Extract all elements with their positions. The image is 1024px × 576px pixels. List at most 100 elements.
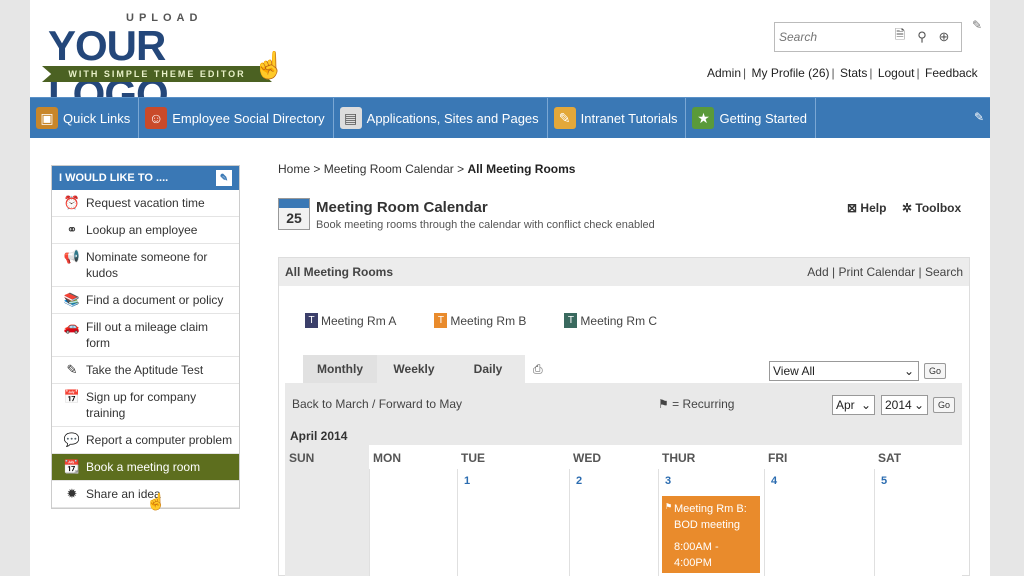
calendar-cell[interactable]: 1	[457, 469, 569, 576]
panel-actions: Add | Print Calendar | Search	[807, 265, 963, 279]
date-go-button[interactable]: Go	[933, 397, 955, 413]
my-profile-link[interactable]: My Profile (26)	[751, 66, 829, 80]
room-swatch: T	[564, 313, 578, 328]
sidebar-item-book-meeting-room[interactable]: 📆 Book a meeting room	[52, 454, 239, 481]
breadcrumb-parent[interactable]: Meeting Room Calendar	[324, 162, 454, 176]
edit-pencil-icon[interactable]: ✎	[972, 18, 982, 32]
nav-applications[interactable]: ▤ Applications, Sites and Pages	[334, 98, 548, 138]
nav-intranet-tutorials[interactable]: ✎ Intranet Tutorials	[548, 98, 687, 138]
books-icon: 📚	[63, 292, 81, 307]
page: UPLOAD YOUR LOGO WITH SIMPLE THEME EDITO…	[30, 0, 990, 576]
add-link[interactable]: Add	[807, 265, 828, 279]
month-select[interactable]: Apr ⌄	[832, 395, 875, 415]
recurring-label: = Recurring	[672, 397, 735, 411]
document-search-icon[interactable]: 🗎	[889, 26, 911, 48]
day-header: SAT	[874, 445, 962, 469]
sidebar-item-mileage-claim[interactable]: 🚗 Fill out a mileage claim form	[52, 314, 239, 357]
recurring-legend: ⚑ = Recurring	[658, 397, 734, 411]
main-nav: ▣ Quick Links ☺ Employee Social Director…	[30, 97, 990, 138]
back-forward-link[interactable]: Back to March / Forward to May	[292, 397, 462, 411]
month-select-value: Apr	[836, 398, 855, 412]
help-label: Help	[860, 201, 887, 215]
calendar-cell[interactable]: 5	[874, 469, 962, 576]
search-box: 🗎 ⚲ ⊕	[774, 22, 962, 52]
date-number[interactable]: 1	[464, 475, 470, 487]
calendar-cell[interactable]: 3 ⚑ Meeting Rm B: BOD meeting 8:00AM - 4…	[658, 469, 764, 576]
sidebar-item-label: Nominate someone for kudos	[86, 250, 208, 280]
legend-item-rm-a[interactable]: T Meeting Rm A	[305, 313, 396, 328]
date-number[interactable]: 4	[771, 475, 777, 487]
logout-link[interactable]: Logout	[878, 66, 915, 80]
view-filter-select[interactable]: View All ⌄	[769, 361, 919, 381]
feedback-link[interactable]: Feedback	[925, 66, 978, 80]
megaphone-icon: 📢	[63, 249, 81, 264]
print-calendar-link[interactable]: Print Calendar	[838, 265, 915, 279]
search-input[interactable]	[779, 30, 889, 44]
tab-weekly[interactable]: Weekly	[377, 355, 451, 383]
sidebar-item-label: Take the Aptitude Test	[86, 363, 204, 377]
sidebar-item-find-document[interactable]: 📚 Find a document or policy	[52, 287, 239, 314]
quick-actions-sidebar: I WOULD LIKE TO .... ✎ ⏰ Request vacatio…	[51, 165, 240, 509]
calendar-cell[interactable]	[369, 469, 457, 576]
search-link[interactable]: Search	[925, 265, 963, 279]
hand-cursor-icon: ☝	[253, 50, 286, 80]
nav-employee-directory[interactable]: ☺ Employee Social Directory	[139, 98, 334, 138]
admin-link[interactable]: Admin	[707, 66, 741, 80]
print-icon[interactable]: ⎙	[533, 362, 543, 377]
year-select[interactable]: 2014 ⌄	[881, 395, 928, 415]
help-icon: ⊠	[847, 201, 858, 215]
calendar-page-icon: 25	[278, 198, 310, 230]
nav-label: Applications, Sites and Pages	[366, 110, 539, 126]
sidebar-item-label: Lookup an employee	[86, 223, 198, 237]
breadcrumb-home[interactable]: Home	[278, 162, 310, 176]
sidebar-item-kudos[interactable]: 📢 Nominate someone for kudos	[52, 244, 239, 287]
sidebar-item-label: Find a document or policy	[86, 293, 224, 307]
day-header: FRI	[764, 445, 874, 469]
date-number[interactable]: 2	[576, 475, 582, 487]
sidebar-edit-pencil-icon[interactable]: ✎	[216, 170, 232, 186]
nav-getting-started[interactable]: ★ Getting Started	[686, 98, 816, 138]
lightbulb-icon: ✹	[66, 486, 78, 501]
sidebar-item-vacation[interactable]: ⏰ Request vacation time	[52, 190, 239, 217]
help-button[interactable]: ⊠ Help	[847, 201, 886, 215]
calendar-panel: All Meeting Rooms Add | Print Calendar |…	[278, 257, 970, 576]
view-go-button[interactable]: Go	[924, 363, 946, 379]
view-filter-value: View All	[773, 364, 815, 378]
star-icon: ★	[692, 107, 715, 129]
legend-item-rm-c[interactable]: T Meeting Rm C	[564, 313, 657, 328]
sidebar-item-aptitude-test[interactable]: ✎ Take the Aptitude Test	[52, 357, 239, 384]
stats-link[interactable]: Stats	[840, 66, 867, 80]
tutorial-icon: ✎	[553, 107, 576, 129]
date-number[interactable]: 3	[665, 475, 671, 487]
date-number[interactable]: 5	[881, 475, 887, 487]
nav-quick-links[interactable]: ▣ Quick Links	[30, 98, 140, 138]
calendar-cell[interactable]: 4	[764, 469, 874, 576]
legend-item-rm-b[interactable]: T Meeting Rm B	[434, 313, 526, 328]
logo-ribbon: WITH SIMPLE THEME EDITOR	[42, 66, 272, 82]
tab-monthly[interactable]: Monthly	[303, 355, 377, 383]
breadcrumb: Home > Meeting Room Calendar > All Meeti…	[278, 162, 576, 176]
zoom-search-icon[interactable]: ⊕	[933, 26, 955, 48]
day-header: TUE	[457, 445, 569, 469]
sidebar-item-computer-problem[interactable]: 💬 Report a computer problem	[52, 427, 239, 454]
calendar-grid: 1 2 3 ⚑ Meeting Rm B: BOD meeting 8:00AM…	[285, 469, 962, 576]
day-header: WED	[569, 445, 658, 469]
sidebar-header: I WOULD LIKE TO .... ✎	[52, 166, 239, 190]
sidebar-item-training[interactable]: 📅 Sign up for company training	[52, 384, 239, 427]
calendar-cell-empty	[285, 469, 369, 576]
calendar-event[interactable]: ⚑ Meeting Rm B: BOD meeting 8:00AM - 4:0…	[662, 496, 760, 573]
flag-icon: ⚑	[658, 397, 669, 411]
day-header: MON	[369, 445, 457, 469]
sidebar-item-lookup-employee[interactable]: ⚭ Lookup an employee	[52, 217, 239, 244]
people-search-icon[interactable]: ⚲	[911, 26, 933, 48]
calendar-nav-row: Back to March / Forward to May ⚑ = Recur…	[285, 383, 962, 423]
nav-label: Intranet Tutorials	[580, 110, 678, 126]
calendar-cell[interactable]: 2	[569, 469, 658, 576]
tab-daily[interactable]: Daily	[451, 355, 525, 383]
nav-edit-pencil-icon[interactable]: ✎	[974, 110, 984, 124]
people-icon: ☺	[145, 107, 168, 129]
logo[interactable]: UPLOAD YOUR LOGO WITH SIMPLE THEME EDITO…	[42, 12, 288, 117]
toolbox-button[interactable]: ✲ Toolbox	[902, 201, 961, 215]
calendar-icon: 📅	[63, 389, 81, 404]
room-legend: T Meeting Rm A T Meeting Rm B T Meeting …	[305, 313, 657, 328]
